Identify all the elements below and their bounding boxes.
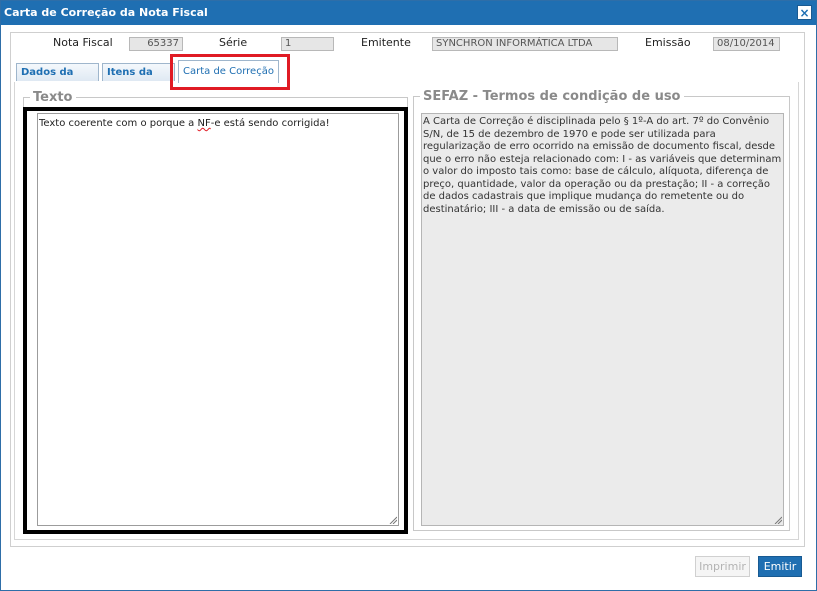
imprimir-button[interactable]: Imprimir [695,556,750,577]
serie-field: 1 [281,37,334,51]
tab-dados-nfe[interactable]: Dados da NF-e [16,63,99,95]
title-bar[interactable]: Carta de Correção da Nota Fiscal × [1,1,816,25]
sefaz-terms-text: A Carta de Correção é disciplinada pelo … [423,116,782,215]
texto-legend: Texto [33,90,73,105]
nota-fiscal-field: 65337 [129,37,183,51]
serie-label: Série [219,36,248,49]
texto-textarea[interactable]: Texto coerente com o porque a NF-e está … [37,113,399,526]
sefaz-terms-textarea[interactable]: A Carta de Correção é disciplinada pelo … [421,113,784,526]
resize-grip-icon[interactable] [774,516,782,524]
texto-value-end: -e está sendo corrigida! [210,118,330,129]
close-icon: × [799,6,810,20]
spellcheck-word: NF [197,118,211,129]
nota-fiscal-label: Nota Fiscal [53,36,113,49]
resize-grip-icon[interactable] [389,516,397,524]
tab-carta-correcao[interactable]: Carta de Correção [178,60,279,83]
sefaz-legend: SEFAZ - Termos de condição de uso [423,89,681,104]
texto-value-start: Texto coerente com o porque a [39,118,198,129]
emitente-label: Emitente [361,36,411,49]
window-title: Carta de Correção da Nota Fiscal [4,6,208,19]
emitir-button[interactable]: Emitir [758,556,802,577]
emitente-field: SYNCHRON INFORMÁTICA LTDA [432,37,618,51]
close-button[interactable]: × [797,5,812,20]
emissao-field: 08/10/2014 [713,37,780,51]
emissao-label: Emissão [645,36,691,49]
tab-itens-nota[interactable]: Itens da Nota [102,63,175,95]
